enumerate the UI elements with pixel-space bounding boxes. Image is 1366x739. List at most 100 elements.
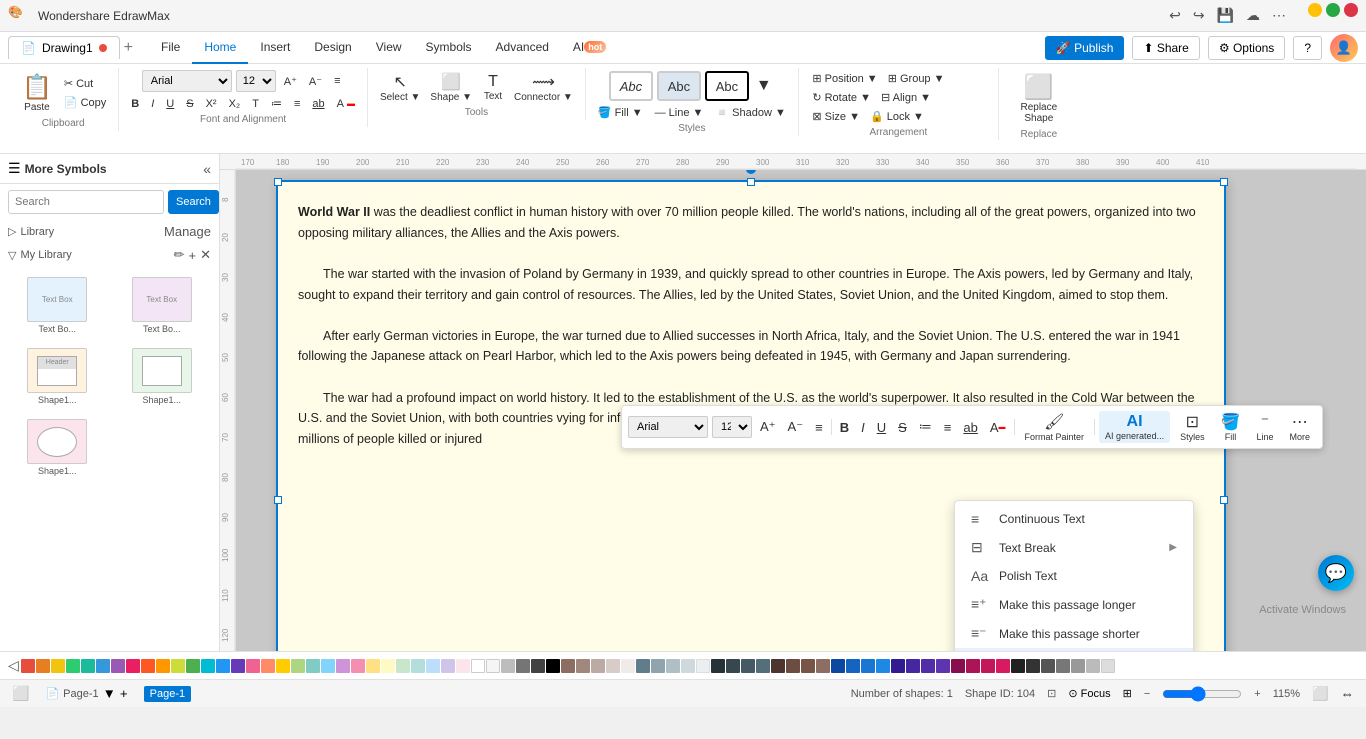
cm-polish-text[interactable]: Aa Polish Text: [955, 562, 1193, 590]
color-swatch[interactable]: [726, 659, 740, 673]
color-swatch[interactable]: [501, 659, 515, 673]
color-swatch[interactable]: [801, 659, 815, 673]
color-swatch[interactable]: [831, 659, 845, 673]
color-swatch[interactable]: [1086, 659, 1100, 673]
color-swatch[interactable]: [606, 659, 620, 673]
fit-page-button[interactable]: ⊞: [1123, 687, 1132, 700]
color-swatch[interactable]: [651, 659, 665, 673]
color-swatch[interactable]: [1041, 659, 1055, 673]
minimize-button[interactable]: [1308, 3, 1322, 17]
rotate-handle[interactable]: [746, 170, 756, 174]
font-color-button[interactable]: A▬: [333, 96, 359, 112]
select-button[interactable]: ↖ Select ▼: [376, 70, 424, 105]
format-painter-button[interactable]: 🖌 Format Painter: [1019, 410, 1091, 444]
subscript-button[interactable]: X₂: [225, 96, 245, 112]
color-swatch[interactable]: [1056, 659, 1070, 673]
color-swatch[interactable]: [216, 659, 230, 673]
list-item[interactable]: Text Box Text Bo...: [8, 273, 107, 338]
color-swatch[interactable]: [786, 659, 800, 673]
color-swatch[interactable]: [171, 659, 185, 673]
color-swatch[interactable]: [366, 659, 380, 673]
color-swatch[interactable]: [936, 659, 950, 673]
menu-tab-advanced[interactable]: Advanced: [484, 32, 561, 64]
list-item[interactable]: Header Shape1...: [8, 344, 107, 409]
color-swatch[interactable]: [966, 659, 980, 673]
menu-tab-file[interactable]: File: [149, 32, 192, 64]
close-button[interactable]: [1344, 3, 1358, 17]
color-swatch[interactable]: [906, 659, 920, 673]
color-swatch[interactable]: [981, 659, 995, 673]
cm-text-break[interactable]: ⊟ Text Break ▶: [955, 533, 1193, 562]
text-underline-button[interactable]: ab: [308, 96, 328, 112]
color-swatch[interactable]: [96, 659, 110, 673]
size-button[interactable]: ⊠ Size ▼: [808, 108, 864, 125]
options-button[interactable]: ⚙ Options: [1208, 36, 1285, 60]
color-swatch[interactable]: [396, 659, 410, 673]
cloud-button[interactable]: ☁: [1242, 3, 1264, 28]
color-swatch[interactable]: [531, 659, 545, 673]
undo-button[interactable]: ↩: [1165, 3, 1185, 28]
library-manage-button[interactable]: Manage: [164, 224, 211, 239]
color-swatch[interactable]: [261, 659, 275, 673]
color-swatch[interactable]: [951, 659, 965, 673]
color-swatch[interactable]: [336, 659, 350, 673]
color-swatch[interactable]: [201, 659, 215, 673]
style-box-1[interactable]: Abc: [609, 71, 653, 101]
zoom-slider[interactable]: [1162, 686, 1242, 702]
color-swatch[interactable]: [306, 659, 320, 673]
ft-italic-btn[interactable]: I: [857, 418, 869, 437]
color-swatch[interactable]: [1071, 659, 1085, 673]
ai-generated-button[interactable]: AI AI generated...: [1099, 411, 1170, 443]
color-swatch[interactable]: [846, 659, 860, 673]
color-swatch[interactable]: [861, 659, 875, 673]
list-item[interactable]: Shape1...: [8, 415, 107, 480]
color-swatch[interactable]: [696, 659, 710, 673]
ft-size-select[interactable]: 12: [712, 416, 752, 438]
selection-handle-tc[interactable]: [747, 178, 755, 186]
ft-underline2-btn[interactable]: ab: [959, 418, 981, 437]
color-swatch[interactable]: [141, 659, 155, 673]
page-dropdown-button[interactable]: ▼: [103, 686, 116, 701]
ft-bold-btn[interactable]: B: [836, 418, 853, 437]
color-swatch[interactable]: [351, 659, 365, 673]
color-swatch[interactable]: [156, 659, 170, 673]
color-swatch[interactable]: [816, 659, 830, 673]
list-button[interactable]: ≔: [267, 95, 286, 112]
color-swatch[interactable]: [411, 659, 425, 673]
menu-tab-design[interactable]: Design: [302, 32, 363, 64]
share-button[interactable]: ⬆ Share: [1132, 36, 1199, 60]
color-swatch[interactable]: [516, 659, 530, 673]
group-button[interactable]: ⊞ Group ▼: [884, 70, 949, 87]
cut-button[interactable]: ✂ Cut: [60, 75, 110, 92]
color-swatch[interactable]: [471, 659, 485, 673]
color-swatch[interactable]: [186, 659, 200, 673]
color-swatch[interactable]: [291, 659, 305, 673]
color-swatch[interactable]: [666, 659, 680, 673]
color-swatch[interactable]: [81, 659, 95, 673]
connector-button[interactable]: ⟿ Connector ▼: [510, 70, 577, 105]
color-swatch[interactable]: [36, 659, 50, 673]
replace-shape-button[interactable]: ⬜ ReplaceShape: [1014, 70, 1063, 127]
ft-bullets-btn[interactable]: ≡: [940, 418, 956, 437]
fill-toolbar-button[interactable]: 🪣 Fill: [1215, 410, 1247, 444]
chat-button[interactable]: 💬: [1318, 555, 1354, 591]
color-swatch[interactable]: [771, 659, 785, 673]
ft-strike-btn[interactable]: S: [894, 418, 911, 437]
color-swatch[interactable]: [441, 659, 455, 673]
ft-decrease-font[interactable]: A⁻: [784, 417, 808, 437]
more-button[interactable]: ⋯: [1268, 3, 1290, 28]
edit-library-button[interactable]: ✏: [174, 247, 185, 263]
color-swatch[interactable]: [876, 659, 890, 673]
fullscreen-button[interactable]: ⬜: [1312, 686, 1329, 702]
color-swatch[interactable]: [591, 659, 605, 673]
cm-continuous-text[interactable]: ≡ Continuous Text: [955, 505, 1193, 533]
font-family-select[interactable]: Arial: [142, 70, 232, 92]
color-swatch[interactable]: [711, 659, 725, 673]
text-style-button[interactable]: T: [248, 96, 263, 112]
color-swatch[interactable]: [621, 659, 635, 673]
color-swatch[interactable]: [576, 659, 590, 673]
menu-tab-home[interactable]: Home: [192, 32, 248, 64]
focus-button[interactable]: ⊙ Focus: [1068, 687, 1110, 700]
text-button[interactable]: T Text: [478, 71, 508, 104]
save-button[interactable]: 💾: [1213, 3, 1238, 28]
